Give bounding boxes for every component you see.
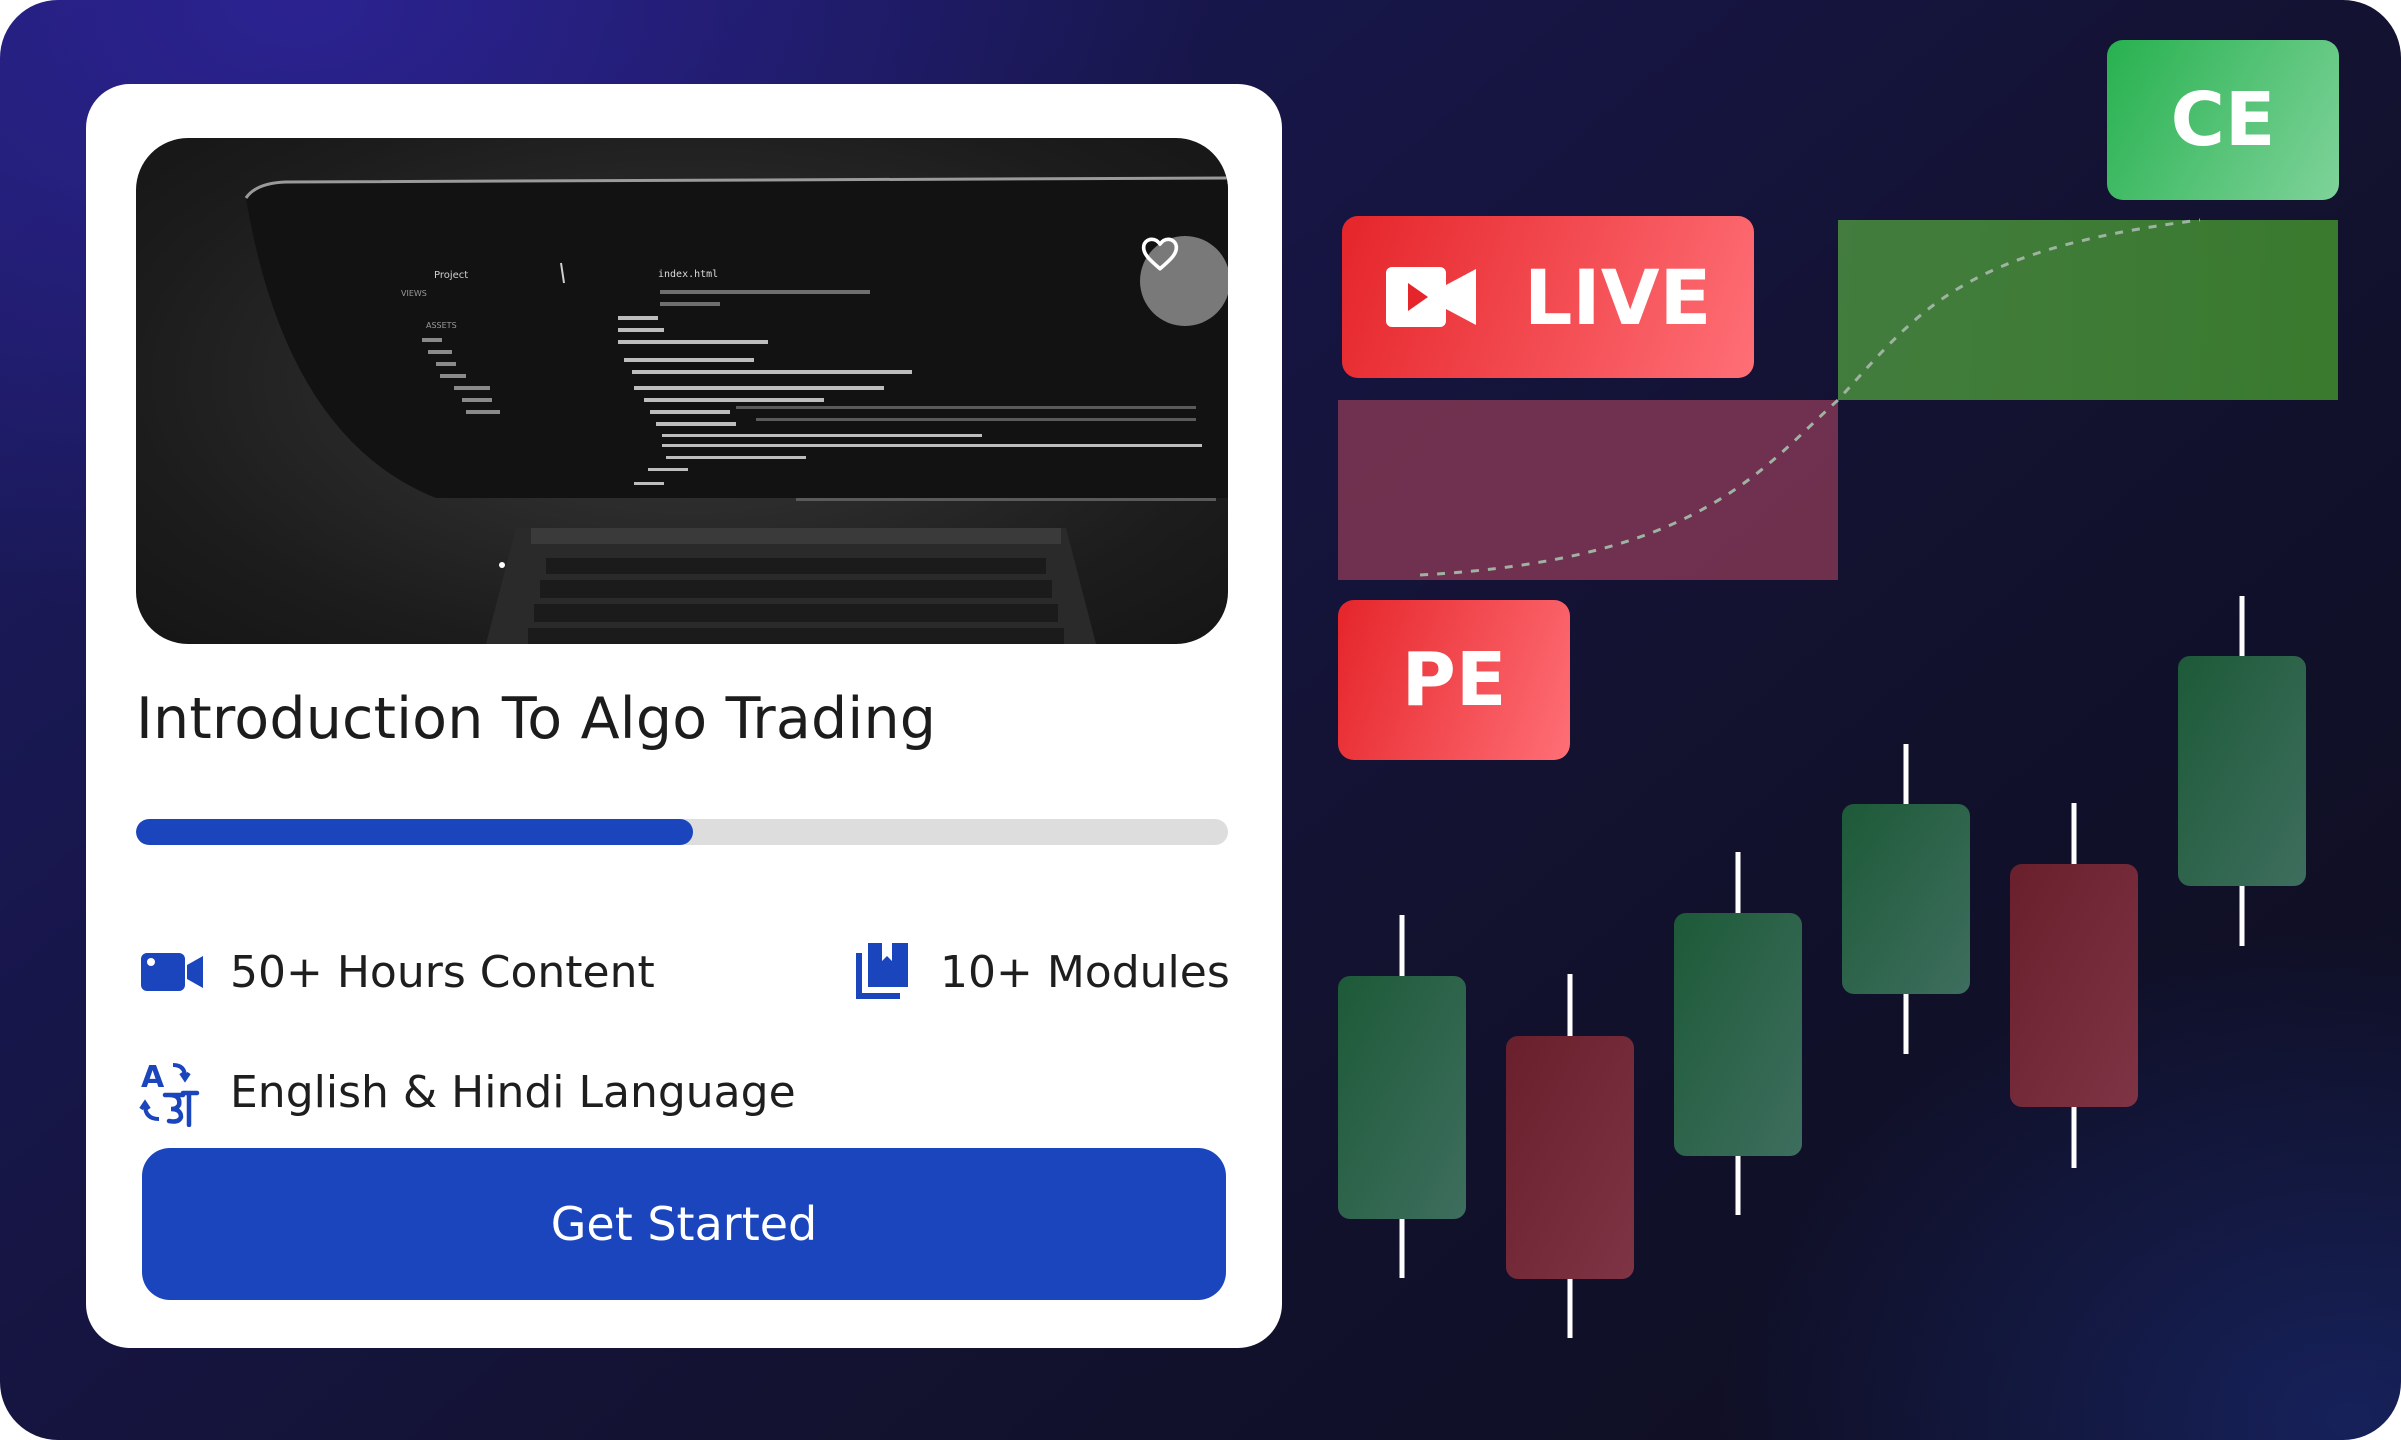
live-badge: LIVE	[1342, 216, 1754, 378]
ce-badge: CE	[2107, 40, 2339, 200]
live-text: LIVE	[1524, 252, 1712, 342]
candle-2	[1506, 1036, 1634, 1279]
candle-1	[1338, 976, 1466, 1219]
trading-illustration	[1338, 218, 2338, 1338]
candle-4	[1842, 804, 1970, 994]
video-camera-icon	[1386, 267, 1476, 327]
candle-3	[1674, 913, 1802, 1156]
candle-5	[2010, 864, 2138, 1107]
loss-zone	[1338, 400, 1838, 580]
pe-badge: PE	[1338, 600, 1570, 760]
profit-zone	[1838, 220, 2338, 400]
candle-6	[2178, 656, 2306, 886]
banner: Project VIEWS ASSETS index.html Introduc…	[0, 0, 2401, 1440]
